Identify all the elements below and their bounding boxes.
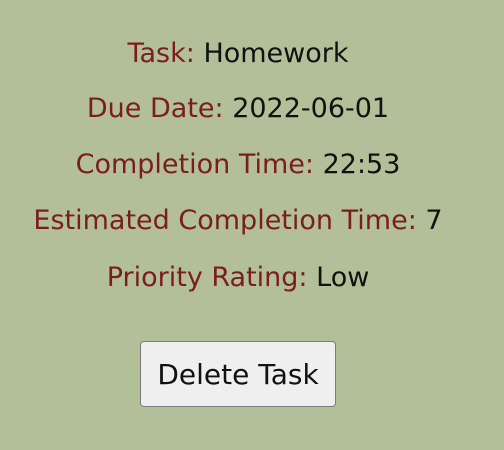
task-label: Task: xyxy=(127,38,195,69)
due-date-label: Due Date: xyxy=(86,93,224,124)
task-value: Homework xyxy=(203,38,349,69)
completion-time-field: Completion Time: 22:53 xyxy=(0,148,476,182)
priority-rating-value: Low xyxy=(316,262,370,293)
due-date-value: 2022-06-01 xyxy=(232,93,390,124)
task-details-card: Task: Homework Due Date: 2022-06-01 Comp… xyxy=(0,0,504,450)
priority-rating-label: Priority Rating: xyxy=(106,262,308,293)
estimated-completion-time-label: Estimated Completion Time: xyxy=(33,205,417,236)
priority-rating-field: Priority Rating: Low xyxy=(0,261,476,295)
delete-task-button[interactable]: Delete Task xyxy=(140,341,336,407)
completion-time-value: 22:53 xyxy=(322,149,401,180)
task-field: Task: Homework xyxy=(0,37,476,71)
estimated-completion-time-value: 7 xyxy=(425,205,443,236)
estimated-completion-time-field: Estimated Completion Time: 7 xyxy=(0,204,476,238)
due-date-field: Due Date: 2022-06-01 xyxy=(0,92,476,126)
completion-time-label: Completion Time: xyxy=(75,149,314,180)
